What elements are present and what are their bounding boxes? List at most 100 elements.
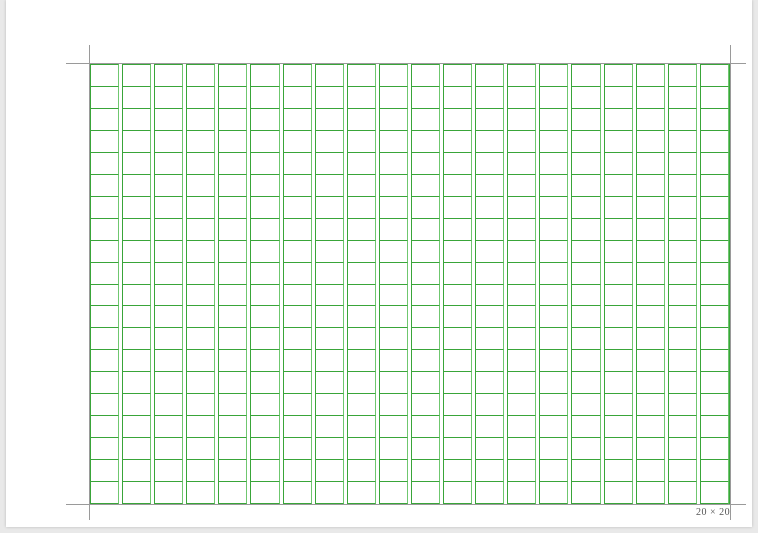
grid-cell <box>412 196 440 218</box>
grid-cell <box>669 393 697 415</box>
grid-cell <box>91 371 119 393</box>
grid-cell <box>444 218 472 240</box>
grid-cell <box>476 305 504 327</box>
grid-cell <box>91 152 119 174</box>
grid-cell <box>316 371 344 393</box>
grid-cell <box>91 349 119 371</box>
grid-cell <box>540 262 568 284</box>
grid-cell <box>316 174 344 196</box>
grid-cell <box>380 196 408 218</box>
grid-cell <box>572 262 600 284</box>
grid-cell <box>572 196 600 218</box>
grid-cell <box>412 218 440 240</box>
grid-cell <box>701 130 729 152</box>
grid-cell <box>669 152 697 174</box>
grid-cell <box>316 130 344 152</box>
grid-cell <box>91 218 119 240</box>
grid-cell <box>123 240 151 262</box>
grid-cell <box>444 240 472 262</box>
grid-cell <box>219 86 247 108</box>
grid-cell <box>155 152 183 174</box>
grid-cell <box>219 262 247 284</box>
grid-cell <box>701 108 729 130</box>
grid-cell <box>637 327 665 349</box>
grid-cell <box>348 459 376 481</box>
grid-cell <box>701 459 729 481</box>
grid-column <box>315 64 344 504</box>
margin-guide-bottom <box>66 504 746 505</box>
grid-cell <box>348 152 376 174</box>
grid-cell <box>348 86 376 108</box>
grid-cell <box>701 371 729 393</box>
grid-cell <box>669 262 697 284</box>
grid-cell <box>316 64 344 86</box>
grid-cell <box>669 284 697 306</box>
grid-cell <box>540 174 568 196</box>
grid-cell <box>187 415 215 437</box>
grid-cell <box>669 371 697 393</box>
grid-cell <box>316 481 344 504</box>
grid-column <box>475 64 504 504</box>
grid-cell <box>380 349 408 371</box>
grid-dimensions-label: 20 × 20 <box>696 507 730 518</box>
grid-cell <box>219 437 247 459</box>
grid-cell <box>444 64 472 86</box>
grid-column <box>636 64 665 504</box>
grid-cell <box>701 481 729 504</box>
grid-cell <box>701 437 729 459</box>
grid-cell <box>251 240 279 262</box>
grid-cell <box>123 327 151 349</box>
grid-cell <box>444 196 472 218</box>
grid-cell <box>219 174 247 196</box>
grid-cell <box>348 262 376 284</box>
grid-cell <box>508 174 536 196</box>
grid-cell <box>123 108 151 130</box>
grid-column <box>186 64 215 504</box>
grid-cell <box>123 393 151 415</box>
grid-cell <box>219 393 247 415</box>
grid-cell <box>605 437 633 459</box>
grid-cell <box>91 240 119 262</box>
grid-cell <box>155 371 183 393</box>
grid-cell <box>476 481 504 504</box>
grid-cell <box>605 327 633 349</box>
grid-cell <box>316 108 344 130</box>
grid-cell <box>123 218 151 240</box>
grid-cell <box>669 130 697 152</box>
grid-cell <box>284 459 312 481</box>
grid-cell <box>284 393 312 415</box>
grid-cell <box>380 86 408 108</box>
grid-cell <box>412 174 440 196</box>
grid-cell <box>476 240 504 262</box>
grid-cell <box>476 284 504 306</box>
grid-cell <box>605 86 633 108</box>
grid-cell <box>637 240 665 262</box>
grid-cell <box>251 349 279 371</box>
grid-cell <box>637 174 665 196</box>
grid-cell <box>380 240 408 262</box>
grid-cell <box>123 64 151 86</box>
grid-cell <box>91 305 119 327</box>
grid-cell <box>508 130 536 152</box>
grid-cell <box>701 196 729 218</box>
grid-cell <box>187 86 215 108</box>
grid-cell <box>316 349 344 371</box>
grid-cell <box>348 481 376 504</box>
grid-cell <box>380 459 408 481</box>
grid-cell <box>476 108 504 130</box>
grid-cell <box>348 218 376 240</box>
grid-cell <box>412 305 440 327</box>
grid-cell <box>187 262 215 284</box>
grid-cell <box>637 305 665 327</box>
grid-cell <box>572 108 600 130</box>
grid-cell <box>380 415 408 437</box>
grid-cell <box>219 481 247 504</box>
grid-cell <box>444 415 472 437</box>
grid-cell <box>701 262 729 284</box>
grid-cell <box>508 108 536 130</box>
grid-cell <box>187 327 215 349</box>
grid-cell <box>91 130 119 152</box>
grid-cell <box>123 481 151 504</box>
grid-cell <box>508 262 536 284</box>
grid-cell <box>412 349 440 371</box>
